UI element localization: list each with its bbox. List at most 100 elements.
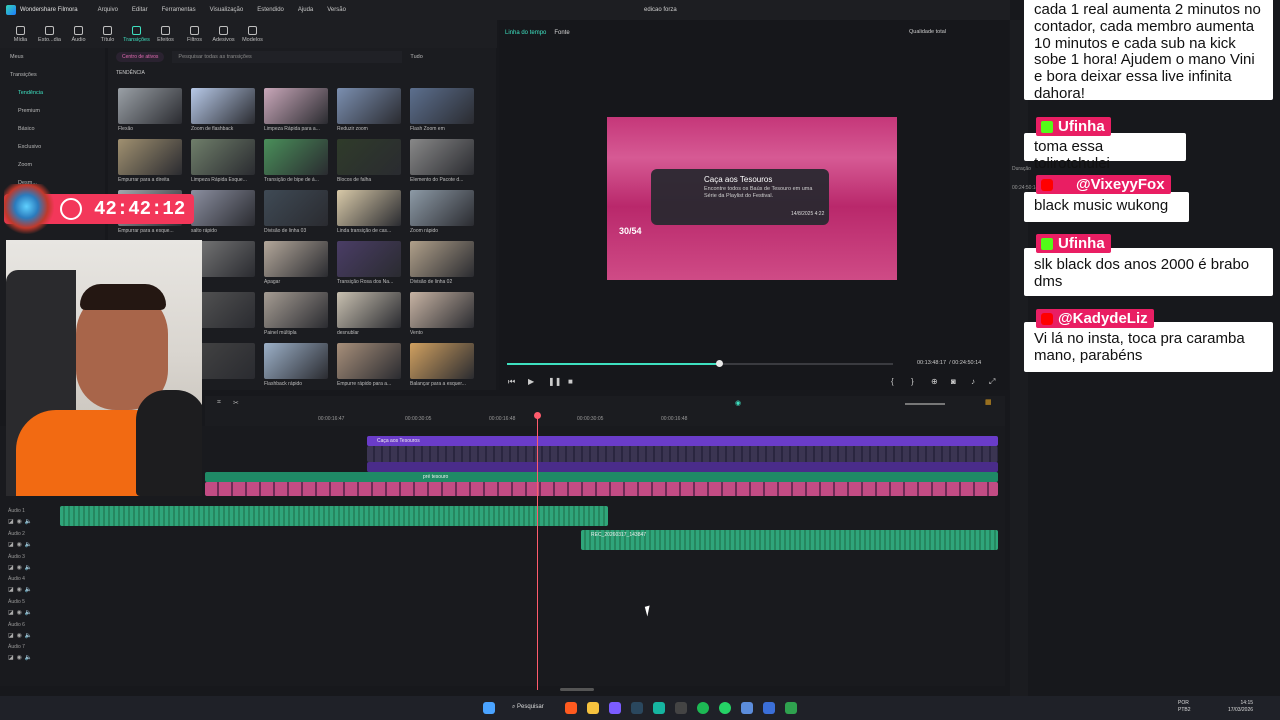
transition-item[interactable]: Linda transição de cas...: [337, 190, 401, 234]
asset-center-button[interactable]: Centro de ativos: [116, 52, 165, 62]
audio1-clip[interactable]: [60, 506, 608, 526]
transition-item[interactable]: Elemento do Pacote d...: [410, 139, 474, 183]
transition-item[interactable]: Apagar: [264, 241, 328, 285]
transition-thumbnail[interactable]: [264, 343, 328, 379]
nav-tendencia[interactable]: Tendência: [0, 84, 105, 102]
transition-thumbnail[interactable]: [264, 88, 328, 124]
scrubber-handle[interactable]: [716, 360, 724, 367]
transition-thumbnail[interactable]: [410, 343, 474, 379]
transition-thumbnail[interactable]: [337, 190, 401, 226]
app-icon[interactable]: [741, 702, 753, 714]
language-indicator[interactable]: POR PTB2: [1178, 700, 1191, 714]
transition-thumbnail[interactable]: [191, 88, 255, 124]
tool-stickers[interactable]: Adesivos: [209, 20, 238, 48]
tool-media[interactable]: Mídia: [6, 20, 35, 48]
transition-item[interactable]: Transição de bipe de á...: [264, 139, 328, 183]
transition-thumbnail[interactable]: [264, 292, 328, 328]
transition-item[interactable]: Zoom de flashback: [191, 88, 255, 132]
transition-thumbnail[interactable]: [337, 88, 401, 124]
grid-view-icon[interactable]: ▦: [985, 398, 992, 406]
tool-templates[interactable]: Modelos: [238, 20, 267, 48]
pause-icon[interactable]: ❚❚: [548, 377, 561, 386]
menu-visualizacao[interactable]: Visualização: [210, 7, 244, 13]
transition-item[interactable]: desnublar: [337, 292, 401, 336]
prev-frame-icon[interactable]: ⏮: [508, 377, 515, 387]
transition-item[interactable]: Divisão de linha 03: [264, 190, 328, 234]
nav-meus[interactable]: Meus: [0, 48, 105, 66]
menu-ferramentas[interactable]: Ferramentas: [162, 7, 196, 13]
menu-estendido[interactable]: Estendido: [257, 7, 284, 13]
track-controls[interactable]: ◪◉🔈: [8, 518, 35, 525]
title-clip[interactable]: Caça aos Tesouros: [367, 436, 998, 446]
transition-item[interactable]: Zoom rápido: [410, 190, 474, 234]
transition-thumbnail[interactable]: [410, 88, 474, 124]
transition-item[interactable]: Blocos de falha: [337, 139, 401, 183]
steam-icon[interactable]: [631, 702, 643, 714]
tab-source[interactable]: Fonte: [554, 30, 569, 36]
stop-icon[interactable]: ■: [568, 377, 573, 386]
split-icon[interactable]: ✂: [233, 399, 239, 407]
system-clock[interactable]: 14:15 17/03/2026: [1228, 700, 1253, 714]
nav-exclusivo[interactable]: Exclusivo: [0, 138, 105, 156]
track-controls[interactable]: ◪◉🔈: [8, 609, 35, 616]
snapshot-icon[interactable]: ◙: [951, 377, 956, 386]
app-icon[interactable]: [763, 702, 775, 714]
filter-dropdown[interactable]: Tudo: [410, 54, 422, 60]
transition-item[interactable]: Divisão de linha 02: [410, 241, 474, 285]
transition-thumbnail[interactable]: [118, 139, 182, 175]
transition-item[interactable]: Flash Zoom em: [410, 88, 474, 132]
playhead[interactable]: [534, 412, 541, 690]
transition-item[interactable]: Flexão: [118, 88, 182, 132]
transition-item[interactable]: Empurrar para a direita: [118, 139, 182, 183]
transition-thumbnail[interactable]: [264, 139, 328, 175]
track-controls[interactable]: ◪◉🔈: [8, 632, 35, 639]
preview-scrubber[interactable]: [507, 360, 893, 367]
transition-item[interactable]: Reduzir zoom: [337, 88, 401, 132]
nav-zoom[interactable]: Zoom: [0, 156, 105, 174]
track-controls[interactable]: ◪◉🔈: [8, 654, 35, 661]
whatsapp-icon[interactable]: [719, 702, 731, 714]
audio2-clip[interactable]: REC_20260317_143847: [581, 530, 998, 550]
nav-premium[interactable]: Premium: [0, 102, 105, 120]
mark-in-icon[interactable]: {: [891, 377, 894, 386]
transition-item[interactable]: Empurre rápido para a...: [337, 343, 401, 387]
tool-stock[interactable]: Esto...dia: [35, 20, 64, 48]
transition-thumbnail[interactable]: [410, 139, 474, 175]
play-icon[interactable]: ▶: [528, 377, 534, 386]
start-icon[interactable]: [483, 702, 495, 714]
filmora-icon[interactable]: [653, 702, 665, 714]
spotify-icon[interactable]: [697, 702, 709, 714]
nav-basico[interactable]: Básico: [0, 120, 105, 138]
fullscreen-icon[interactable]: ⤢: [989, 377, 995, 387]
volume-icon[interactable]: ♪: [971, 377, 975, 386]
transition-item[interactable]: Vento: [410, 292, 474, 336]
file-explorer-icon[interactable]: [587, 702, 599, 714]
app-icon[interactable]: [785, 702, 797, 714]
transition-item[interactable]: Painel múltipla: [264, 292, 328, 336]
crop-icon[interactable]: ⌗: [217, 399, 221, 407]
transition-thumbnail[interactable]: [191, 190, 255, 226]
taskbar-search[interactable]: ⌕ Pesquisar: [512, 704, 544, 711]
tab-timeline[interactable]: Linha do tempo: [505, 30, 546, 36]
timeline-scrollbar[interactable]: [560, 688, 594, 691]
discord-icon[interactable]: [609, 702, 621, 714]
transition-item[interactable]: Flashback rápido: [264, 343, 328, 387]
transition-thumbnail[interactable]: [191, 139, 255, 175]
menu-editar[interactable]: Editar: [132, 7, 148, 13]
transition-thumbnail[interactable]: [410, 292, 474, 328]
transition-thumbnail[interactable]: [410, 241, 474, 277]
zoom-slider[interactable]: [905, 403, 945, 405]
tool-title[interactable]: Título: [93, 20, 122, 48]
transition-item[interactable]: Limpeza Rápida Esque...: [191, 139, 255, 183]
menu-ajuda[interactable]: Ajuda: [298, 7, 313, 13]
nav-transicoes[interactable]: Transições: [0, 66, 105, 84]
transition-item[interactable]: Balançar para a esquer...: [410, 343, 474, 387]
transition-thumbnail[interactable]: [337, 241, 401, 277]
mark-out-icon[interactable]: }: [911, 377, 914, 386]
tool-effects[interactable]: Efeitos: [151, 20, 180, 48]
tool-filters[interactable]: Filtros: [180, 20, 209, 48]
transition-item[interactable]: Limpeza Rápida para a...: [264, 88, 328, 132]
ai-icon[interactable]: ◉: [735, 399, 741, 407]
transition-thumbnail[interactable]: [264, 190, 328, 226]
track-controls[interactable]: ◪◉🔈: [8, 586, 35, 593]
